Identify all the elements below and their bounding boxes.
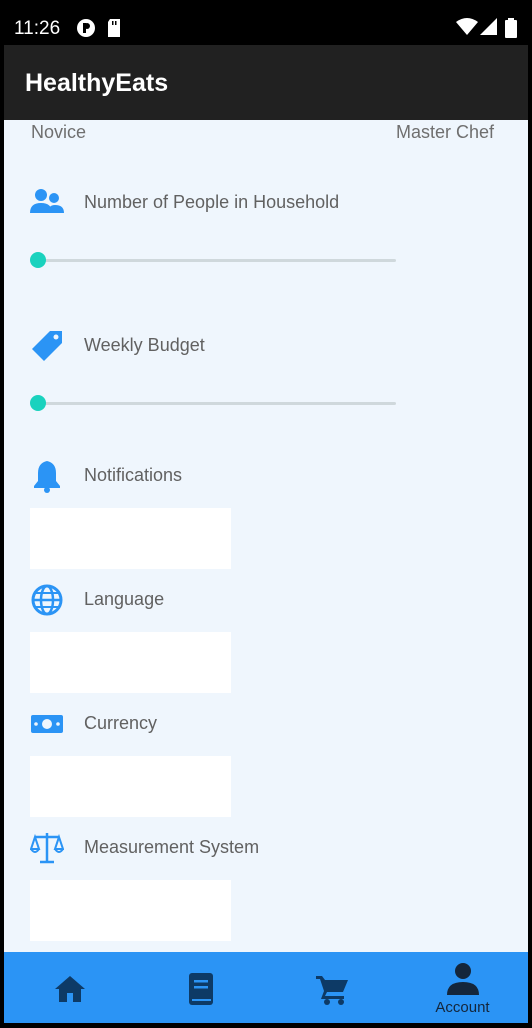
- budget-slider[interactable]: [30, 393, 398, 413]
- battery-icon: [505, 18, 517, 38]
- skill-min-label: Novice: [31, 122, 87, 142]
- people-icon: [30, 189, 64, 213]
- app-title: HealthyEats: [25, 69, 169, 97]
- wifi-icon: [456, 18, 478, 35]
- nav-item-account[interactable]: Account: [397, 952, 528, 1023]
- notifications-row: Notifications: [30, 455, 490, 495]
- household-label: Number of People in Household: [84, 192, 340, 212]
- app-bar: HealthyEats: [4, 45, 528, 120]
- scale-icon: [30, 833, 64, 864]
- language-row: Language: [30, 579, 490, 619]
- home-icon: [54, 976, 85, 1002]
- currency-row: Currency: [30, 703, 490, 743]
- notifications-label: Notifications: [84, 465, 183, 485]
- globe-icon: [31, 584, 63, 616]
- budget-row: Weekly Budget: [30, 325, 490, 365]
- bell-icon: [34, 461, 60, 493]
- cart-icon: [315, 976, 348, 1005]
- sd-card-icon: [108, 19, 120, 37]
- notifications-select[interactable]: [30, 508, 231, 569]
- measurement-select[interactable]: [30, 880, 231, 941]
- budget-slider-track: [38, 402, 396, 405]
- household-row: Number of People in Household: [30, 182, 490, 222]
- nav-label-account: Account: [435, 999, 490, 1016]
- bottom-nav: Account: [4, 952, 528, 1023]
- language-label: Language: [84, 589, 165, 609]
- book-icon: [188, 973, 213, 1005]
- budget-slider-thumb[interactable]: [30, 395, 46, 411]
- nav-item-cart[interactable]: [266, 952, 397, 1023]
- app-frame: HealthyEats Novice Master Chef Number of…: [4, 45, 528, 1023]
- status-time: 11:26: [14, 18, 61, 39]
- household-slider[interactable]: [30, 250, 398, 270]
- budget-label: Weekly Budget: [84, 335, 205, 355]
- household-slider-track: [38, 259, 396, 262]
- language-select[interactable]: [30, 632, 231, 693]
- signal-icon: [480, 18, 497, 35]
- nav-item-recipes[interactable]: [135, 952, 266, 1023]
- settings-content[interactable]: Novice Master Chef Number of People in H…: [4, 120, 528, 952]
- status-bar: 11:26: [0, 0, 532, 45]
- currency-select[interactable]: [30, 756, 231, 817]
- person-icon: [446, 963, 479, 995]
- price-tag-icon: [32, 331, 62, 361]
- skill-max-label: Master Chef: [395, 122, 494, 142]
- currency-label: Currency: [84, 713, 158, 733]
- measurement-label: Measurement System: [84, 837, 260, 857]
- nav-item-home[interactable]: [4, 952, 135, 1023]
- household-slider-thumb[interactable]: [30, 252, 46, 268]
- measurement-row: Measurement System: [30, 827, 490, 867]
- play-protect-icon: [77, 19, 95, 37]
- banknote-icon: [31, 715, 63, 733]
